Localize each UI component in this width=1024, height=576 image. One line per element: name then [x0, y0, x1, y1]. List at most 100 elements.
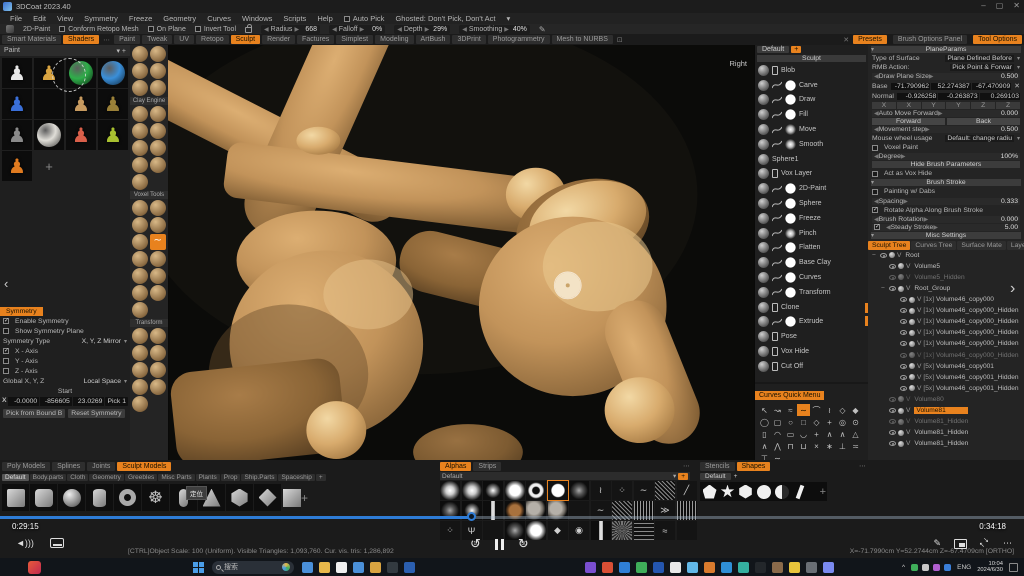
- brush-tool-icon[interactable]: [132, 251, 148, 267]
- brush-param[interactable]: ◀ Falloff ▶ 0%: [329, 25, 385, 34]
- close-button[interactable]: ✕: [1013, 1, 1020, 10]
- alpha-thumbnail[interactable]: [677, 481, 697, 500]
- tree-item[interactable]: V [5x] Volume46_copy001_Hidden: [868, 383, 1024, 394]
- more-options-icon[interactable]: ⋯: [1003, 538, 1012, 549]
- room-tab[interactable]: Simplest: [336, 35, 373, 44]
- preset-item[interactable]: Clone: [755, 300, 868, 315]
- shape-thumbnail[interactable]: [719, 483, 736, 500]
- pen-icon[interactable]: ✎: [539, 25, 546, 34]
- visibility-eye-icon[interactable]: [900, 330, 907, 335]
- tree-item[interactable]: V Volume5_Hidden: [868, 272, 1024, 283]
- tray-caret[interactable]: ^: [902, 564, 905, 571]
- tree-item[interactable]: − V Root: [868, 250, 1024, 261]
- visibility-eye-icon[interactable]: [900, 364, 907, 369]
- shader-ball-icon[interactable]: [898, 263, 904, 269]
- alphas-more-icon[interactable]: ⋯: [683, 462, 690, 471]
- taskbar-app-icon[interactable]: [687, 562, 698, 573]
- shader-thumbnail[interactable]: [2, 120, 32, 150]
- taskbar-app-icon[interactable]: [636, 562, 647, 573]
- chevron-down-icon[interactable]: ▾: [116, 48, 120, 55]
- param-value[interactable]: 40%: [511, 26, 527, 33]
- visibility-eye-icon[interactable]: [900, 297, 907, 302]
- alpha-thumbnail[interactable]: [655, 481, 675, 500]
- forward-button[interactable]: Forward: [872, 118, 945, 125]
- shape-thumbnail[interactable]: [737, 483, 754, 500]
- tree-item[interactable]: V [1x] Volume46_copy000_Hidden: [868, 305, 1024, 316]
- brush-stroke-header[interactable]: Brush Stroke: [871, 179, 1021, 186]
- tray-icon[interactable]: [922, 564, 929, 571]
- curve-tool-icon[interactable]: +: [810, 428, 823, 440]
- param-value[interactable]: 29%: [431, 26, 447, 33]
- preset-item[interactable]: Cut Off: [755, 359, 868, 374]
- brush-tool-icon[interactable]: [132, 157, 148, 173]
- movement-step-slider[interactable]: ◀Movement step▶0.500: [872, 126, 1020, 133]
- visibility-eye-icon[interactable]: [880, 253, 887, 258]
- models-tab[interactable]: Poly Models: [2, 462, 50, 471]
- primitive-thumbnail[interactable]: [142, 484, 169, 511]
- axis-button[interactable]: Z: [996, 102, 1020, 109]
- pin-icon[interactable]: ⊡: [617, 36, 623, 44]
- curve-tool-icon[interactable]: ⋀: [771, 440, 784, 452]
- taskbar-search[interactable]: 搜索: [212, 561, 294, 574]
- tree-item[interactable]: V [1x] Volume46_copy000: [868, 294, 1024, 305]
- shader-ball-icon[interactable]: [909, 352, 915, 358]
- increase-arrow-icon[interactable]: ▶: [425, 26, 430, 33]
- alpha-thumbnail[interactable]: [612, 481, 632, 500]
- brush-tool-icon[interactable]: [132, 200, 148, 216]
- tree-item[interactable]: V [1x] Volume46_copy000_Hidden: [868, 350, 1024, 361]
- menu-item[interactable]: Freeze: [129, 14, 152, 23]
- tray-icon[interactable]: [933, 564, 940, 571]
- degree-slider[interactable]: ◀Degree▶100%: [872, 153, 1020, 160]
- visibility-eye-icon[interactable]: [889, 397, 896, 402]
- brush-tool-icon[interactable]: [132, 123, 148, 139]
- pick-from-bound-button[interactable]: Pick from Bound B: [3, 409, 65, 418]
- brush-tool-icon[interactable]: [132, 46, 148, 62]
- rewind-10-button[interactable]: ↺10: [470, 536, 481, 552]
- tree-item[interactable]: V [1x] Volume46_copy000_Hidden: [868, 316, 1024, 327]
- curve-tool-icon[interactable]: ∼: [797, 404, 810, 416]
- preset-item[interactable]: Carve: [755, 78, 868, 93]
- alpha-thumbnail[interactable]: [526, 481, 546, 500]
- reset-symmetry-button[interactable]: Reset Symmetry: [68, 409, 124, 418]
- axis-button[interactable]: Z: [971, 102, 995, 109]
- decrease-arrow-icon[interactable]: ◀: [264, 26, 269, 33]
- brush-tool-icon[interactable]: [132, 285, 148, 301]
- curve-tool-icon[interactable]: ◇: [810, 416, 823, 428]
- curve-tool-icon[interactable]: ∧: [758, 440, 771, 452]
- room-tab[interactable]: Tweak: [142, 35, 172, 44]
- rotate-alpha-checkbox[interactable]: Rotate Alpha Along Brush Stroke: [868, 206, 1024, 215]
- brush-tool-icon[interactable]: [132, 302, 148, 318]
- shapes-tab[interactable]: Stencils: [700, 462, 735, 471]
- type-of-surface-row[interactable]: Type of SurfacePlane Defined Before▾: [868, 54, 1024, 63]
- left-panel-tab[interactable]: Smart Materials: [2, 35, 61, 44]
- taskbar-app-icon[interactable]: [755, 562, 766, 573]
- pick-button[interactable]: Pick 1: [105, 397, 128, 406]
- start-button[interactable]: [193, 562, 204, 573]
- subtitle-icon[interactable]: [50, 538, 64, 548]
- video-progress-handle[interactable]: [467, 512, 476, 521]
- volume-label[interactable]: Volume46_copy001: [936, 363, 994, 370]
- volume-label[interactable]: Volume81_Hidden: [914, 429, 968, 436]
- curve-tool-icon[interactable]: ≍: [849, 440, 862, 452]
- preset-item[interactable]: Pinch: [755, 226, 868, 241]
- volume-label[interactable]: Volume46_copy001_Hidden: [936, 385, 1019, 392]
- axis-button[interactable]: Y: [946, 102, 970, 109]
- close-panel-icon[interactable]: ✕: [843, 36, 849, 44]
- taskbar-app-icon[interactable]: [387, 562, 398, 573]
- visibility-eye-icon[interactable]: [900, 353, 907, 358]
- mouse-wheel-row[interactable]: Mouse wheel usageDefault: change radiu▾: [868, 134, 1024, 143]
- shader-thumbnail[interactable]: [2, 58, 32, 88]
- brush-param[interactable]: ◀ Radius ▶ 668: [261, 25, 320, 34]
- brush-tool-icon[interactable]: [150, 285, 166, 301]
- brush-tool-icon[interactable]: [150, 80, 166, 96]
- taskbar-app-icon[interactable]: [319, 562, 330, 573]
- curve-tool-icon[interactable]: ◡: [797, 428, 810, 440]
- preset-group-header[interactable]: Sculpt: [757, 55, 866, 62]
- menu-item[interactable]: Windows: [242, 14, 272, 23]
- shader-ball-icon[interactable]: [909, 385, 915, 391]
- models-category-tab[interactable]: Cloth: [67, 474, 88, 481]
- left-panel-tab[interactable]: Shaders: [63, 35, 99, 44]
- alpha-thumbnail[interactable]: [677, 521, 697, 540]
- volume-label[interactable]: Volume81: [914, 407, 967, 414]
- alpha-thumbnail[interactable]: [634, 481, 654, 500]
